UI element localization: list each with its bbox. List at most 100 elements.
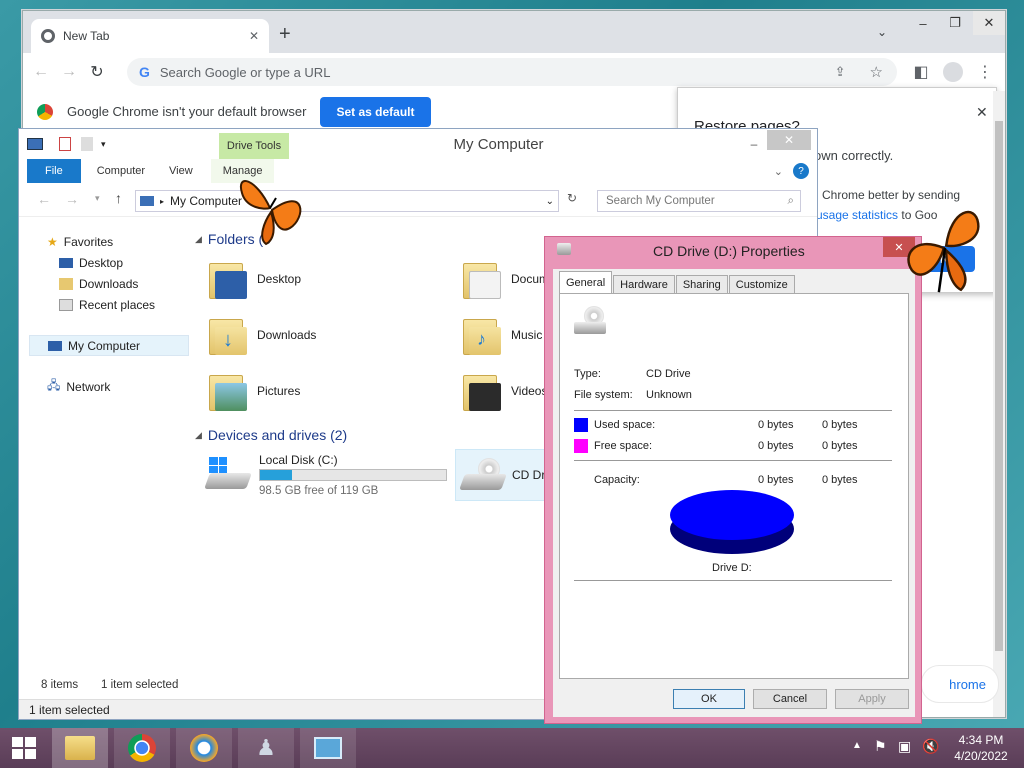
videos-folder-icon (461, 369, 501, 413)
maximize-icon[interactable]: ❐ (939, 11, 971, 35)
folder-name: Music (511, 328, 543, 342)
drive-d-label: Drive D: (712, 562, 752, 574)
set-as-default-button[interactable]: Set as default (320, 96, 431, 127)
up-arrow-icon[interactable]: ↑ (115, 190, 122, 206)
folder-item[interactable]: Pictures (207, 369, 300, 413)
profile-icon[interactable] (939, 58, 967, 86)
minimize-icon[interactable]: ‒ (907, 11, 939, 35)
nav-network[interactable]: 🖧 Network (19, 376, 189, 397)
nav-downloads[interactable]: Downloads (19, 273, 189, 294)
downloads-icon (59, 277, 73, 290)
restore-close-icon[interactable]: ✕ (976, 104, 988, 121)
type-value: CD Drive (646, 368, 691, 380)
chrome-logo-icon (37, 103, 53, 120)
breadcrumb-chevron-icon: ▸ (160, 196, 165, 206)
start-button[interactable] (0, 728, 48, 768)
properties-quick-icon[interactable] (59, 137, 71, 151)
refresh-icon[interactable]: ↻ (567, 191, 577, 205)
help-icon[interactable]: ? (793, 163, 809, 179)
tab-view[interactable]: View (157, 159, 205, 183)
drive-item-c[interactable]: Local Disk (C:) 98.5 GB free of 119 GB (204, 451, 453, 499)
devices-section-header[interactable]: ◢ Devices and drives (2) (195, 427, 347, 443)
cancel-button[interactable]: Cancel (753, 689, 827, 709)
new-folder-quick-icon[interactable] (81, 137, 93, 151)
tab-strip: New Tab ✕ + ⌄ ‒ ❐ ✕ (23, 11, 1005, 53)
scrollbar[interactable] (993, 91, 1005, 717)
apply-button[interactable]: Apply (835, 689, 909, 709)
action-center-flag-icon[interactable]: ⚑ (874, 738, 887, 755)
taskbar-chrome[interactable] (114, 728, 170, 768)
nav-recent-places[interactable]: Recent places (19, 294, 189, 315)
taskbar-app-4[interactable] (300, 728, 356, 768)
tab-sharing[interactable]: Sharing (675, 275, 728, 293)
explorer-minimize-icon[interactable]: ‒ (741, 137, 767, 151)
tray-expand-icon[interactable]: ▲ (852, 740, 862, 751)
omnibox-placeholder: Search Google or type a URL (159, 64, 331, 80)
tab-file[interactable]: File (27, 159, 81, 183)
folder-name: Desktop (257, 272, 302, 286)
reload-icon[interactable]: ↻ (83, 58, 111, 86)
forward-icon[interactable]: → (55, 58, 83, 86)
folder-item[interactable]: ♪ Music (461, 313, 542, 357)
address-dropdown-icon[interactable]: ⌄ (546, 196, 554, 207)
scrollbar-thumb[interactable] (995, 121, 1003, 651)
menu-kebab-icon[interactable]: ⋮ (971, 58, 999, 86)
type-label: Type: (574, 368, 601, 380)
tab-general[interactable]: General (559, 271, 613, 293)
side-panel-icon[interactable]: ◧ (907, 58, 935, 86)
forward-arrow-icon[interactable]: → (65, 191, 79, 207)
recent-dropdown-icon[interactable]: ▾ (95, 193, 100, 204)
folder-item[interactable]: ↓ Downloads (207, 313, 316, 357)
folder-item[interactable]: Videos (461, 369, 547, 413)
tab-new-tab[interactable]: New Tab ✕ (31, 19, 269, 53)
customize-chrome-button[interactable]: hrome (921, 665, 999, 703)
drive-item-d[interactable]: CD Dri (455, 449, 555, 501)
divider (574, 410, 892, 411)
back-arrow-icon[interactable]: ← (37, 191, 51, 207)
folder-item[interactable]: Docum (461, 257, 549, 301)
customize-chrome-label: hrome (949, 676, 986, 692)
nav-my-computer[interactable]: My Computer (29, 335, 189, 356)
taskbar-explorer[interactable] (52, 728, 108, 768)
collapse-icon[interactable]: ◢ (195, 234, 202, 245)
network-tray-icon[interactable]: ▣ (898, 738, 911, 755)
free-space-label: Free space: (594, 440, 653, 452)
volume-muted-icon[interactable]: 🔇 (922, 738, 939, 755)
nav-desktop[interactable]: Desktop (19, 252, 189, 273)
nav-favorites[interactable]: ★ Favorites (19, 231, 189, 252)
omnibox[interactable]: G Search Google or type a URL ⇪ ☆ (127, 58, 897, 86)
explorer-close-button[interactable]: ✕ (767, 130, 811, 150)
quick-access-dropdown-icon[interactable]: ▾ (101, 139, 106, 150)
tab-hardware[interactable]: Hardware (613, 275, 675, 293)
butterfly-icon (907, 210, 980, 293)
bookmark-star-icon[interactable]: ☆ (870, 63, 883, 81)
cd-drive-icon (459, 458, 507, 494)
network-icon: 🖧 (47, 378, 61, 392)
drive-name: Local Disk (C:) (259, 453, 338, 467)
general-panel: Type: CD Drive File system: Unknown Used… (559, 293, 909, 679)
new-tab-button[interactable]: + (279, 23, 291, 46)
dialog-drive-icon (557, 243, 571, 255)
search-icon[interactable]: ⌕ (788, 195, 794, 208)
tab-search-icon[interactable]: ⌄ (877, 25, 887, 39)
close-tab-icon[interactable]: ✕ (249, 29, 259, 43)
tab-customize[interactable]: Customize (728, 275, 795, 293)
ribbon-expand-icon[interactable]: ⌄ (774, 165, 783, 178)
address-bar[interactable]: ▸ My Computer ⌄ (135, 190, 559, 212)
nav-recent-label: Recent places (79, 297, 156, 312)
share-icon[interactable]: ⇪ (835, 64, 846, 80)
close-window-icon[interactable]: ✕ (973, 11, 1005, 35)
capacity-label: Capacity: (594, 474, 640, 486)
back-icon[interactable]: ← (27, 58, 55, 86)
nav-favorites-label: Favorites (63, 234, 114, 249)
search-box[interactable]: Search My Computer ⌕ (597, 190, 801, 212)
taskbar-app-3[interactable]: ♟ (238, 728, 294, 768)
collapse-icon[interactable]: ◢ (195, 430, 202, 441)
tab-computer[interactable]: Computer (85, 159, 157, 183)
folder-item[interactable]: Desktop (207, 257, 301, 301)
drive-free-text: 98.5 GB free of 119 GB (259, 485, 379, 497)
clock[interactable]: 4:34 PM 4/20/2022 (946, 732, 1016, 764)
taskbar-browser-2[interactable] (176, 728, 232, 768)
usage-statistics-link[interactable]: usage statistics (816, 208, 898, 222)
ok-button[interactable]: OK (673, 689, 745, 709)
